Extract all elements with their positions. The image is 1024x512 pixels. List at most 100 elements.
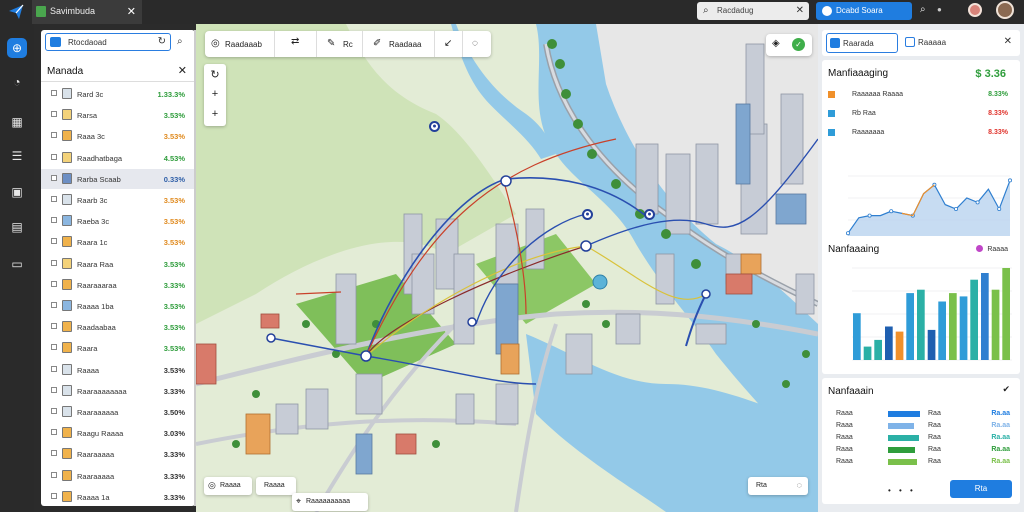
list-item[interactable]: Raaraaaaaaaa 3.33% [41,381,195,401]
list-item[interactable]: Rard 3c 1.33.3% [41,84,195,104]
clear-icon[interactable]: ✕ [796,5,804,16]
map-pin-icon[interactable]: ● [644,209,655,220]
map-pin-icon[interactable]: ● [429,121,440,132]
list-item[interactable]: Raara 3.53% [41,338,195,358]
list-search-input[interactable]: Rtocdaoad ↻ [45,33,171,51]
checkbox[interactable] [51,365,57,372]
area-point[interactable] [845,231,850,236]
filter-icon[interactable]: ⌕ [177,36,183,47]
nav-dashboard-icon[interactable]: ◔ [9,74,25,90]
checkbox[interactable] [51,492,57,499]
nav-calendar-icon[interactable]: ▣ [9,184,25,200]
list-item[interactable]: Raadhatbaga 4.53% [41,148,195,168]
map-route-button[interactable]: ⇄ [275,31,317,57]
map-view[interactable]: ● ● ● ◎ Raadaaab ⇄ ✎ Rc ✐ Raadaaa ↙ ◌ ↻ … [196,24,818,512]
bar[interactable] [938,301,946,361]
list-item[interactable]: Raaraaaaaa 3.50% [41,402,195,422]
bar[interactable] [970,279,978,360]
bar[interactable] [906,293,914,360]
checkbox[interactable] [51,238,57,245]
nav-apps-icon[interactable]: ▦ [9,114,25,130]
user-avatar[interactable] [996,1,1014,19]
list-item[interactable]: Raaraaaaa 3.33% [41,444,195,464]
primary-action-button[interactable]: Dcabd Soara [816,2,912,20]
bar[interactable] [959,296,968,360]
checkbox[interactable] [51,450,57,457]
search-icon[interactable]: ⌕ [920,4,926,15]
checkbox[interactable] [51,280,57,287]
list-item[interactable]: Raaaa 3.53% [41,360,195,380]
area-point[interactable] [1007,178,1012,183]
checkbox[interactable] [51,344,57,351]
bar[interactable] [991,289,1000,360]
checkbox[interactable] [51,196,57,202]
close-icon[interactable]: ✕ [178,64,187,77]
checkbox[interactable] [51,111,57,118]
map-bottom-button[interactable]: Raaaa [256,477,296,495]
confirm-icon[interactable]: ✓ [792,38,805,51]
map-fullscreen-button[interactable]: Rta ◌ [748,477,808,495]
app-logo-icon[interactable] [6,2,26,22]
bar[interactable] [981,273,989,360]
list-item[interactable]: Rarsa 3.53% [41,105,195,125]
checkbox[interactable] [51,90,57,96]
list-item[interactable]: Raeba 3c 3.53% [41,211,195,231]
list-item[interactable]: Raadaabaa 3.53% [41,317,195,337]
list-item[interactable]: Raaaa 1ba 3.53% [41,296,195,316]
map-measure-button[interactable]: ↙ [435,31,463,57]
checkbox[interactable] [51,386,57,393]
map-bottom-button[interactable]: ⌖ Raaaaaaaaaa [292,493,368,511]
list-item[interactable]: Rarba Scaab 0.33% [41,168,195,189]
refresh-icon[interactable]: ↻ [158,36,166,47]
map-layer-button[interactable]: ◎ Raadaaab [205,31,275,57]
list-item[interactable]: Raara Raa 3.53% [41,254,195,274]
area-point[interactable] [867,213,872,218]
nav-document-icon[interactable]: ☰ [9,148,25,164]
list-item[interactable]: Raarb 3c 3.53% [41,190,195,210]
nav-monitor-icon[interactable]: ▤ [9,219,25,235]
zoom-out-icon[interactable]: + [209,108,221,120]
list-item[interactable]: Raaaa 1a 3.33% [41,487,195,506]
close-icon[interactable]: ✕ [127,5,136,18]
bar[interactable] [874,339,882,360]
map-bottom-button[interactable]: ◎ Raaaa [204,477,252,495]
area-point[interactable] [953,207,958,212]
checkbox[interactable] [51,408,57,414]
list-item[interactable]: Raara 1c 3.53% [41,232,195,252]
checkbox[interactable] [51,323,57,330]
menu-icon[interactable]: ✔ [1002,384,1010,395]
checkbox[interactable] [51,471,57,478]
list-item[interactable]: Raagu Raaaa 3.03% [41,423,195,443]
close-icon[interactable]: ✕ [1004,36,1012,47]
avatar[interactable] [968,3,982,17]
checkbox[interactable] [51,217,57,224]
area-point[interactable] [997,207,1002,212]
nav-chat-icon[interactable]: ▭ [9,256,25,272]
bar[interactable] [853,313,861,360]
nav-home-icon[interactable]: ⊕ [7,38,27,58]
list-item[interactable]: Raaa 3c 3.53% [41,126,195,146]
area-point[interactable] [975,200,980,205]
area-point[interactable] [889,209,894,214]
map-draw-button[interactable]: ✐ Raadaaa [363,31,435,57]
checkbox[interactable] [51,153,57,160]
tab-main[interactable]: Savimbuda ✕ [32,0,142,24]
zoom-in-icon[interactable]: + [209,88,221,100]
tab-details[interactable]: Raaaaa [902,33,972,53]
ok-button[interactable]: Rta [950,480,1012,498]
pagination-dots[interactable]: • • • [888,486,916,495]
bar[interactable] [1002,268,1010,360]
bar[interactable] [949,293,957,360]
checkbox[interactable] [51,259,57,266]
checkbox[interactable] [51,174,57,181]
rotate-icon[interactable]: ↻ [209,68,221,81]
map-edit-button[interactable]: ✎ Rc [317,31,363,57]
tab-overview[interactable]: Raarada [826,33,898,53]
compass-icon[interactable]: ◈ [772,38,780,49]
bar[interactable] [885,326,893,361]
bar[interactable] [895,331,904,360]
map-pin-icon[interactable]: ● [582,209,593,220]
checkbox[interactable] [51,302,57,308]
search-input[interactable]: ⌕ Racdadug ✕ [697,2,809,20]
checkbox[interactable] [51,429,57,436]
